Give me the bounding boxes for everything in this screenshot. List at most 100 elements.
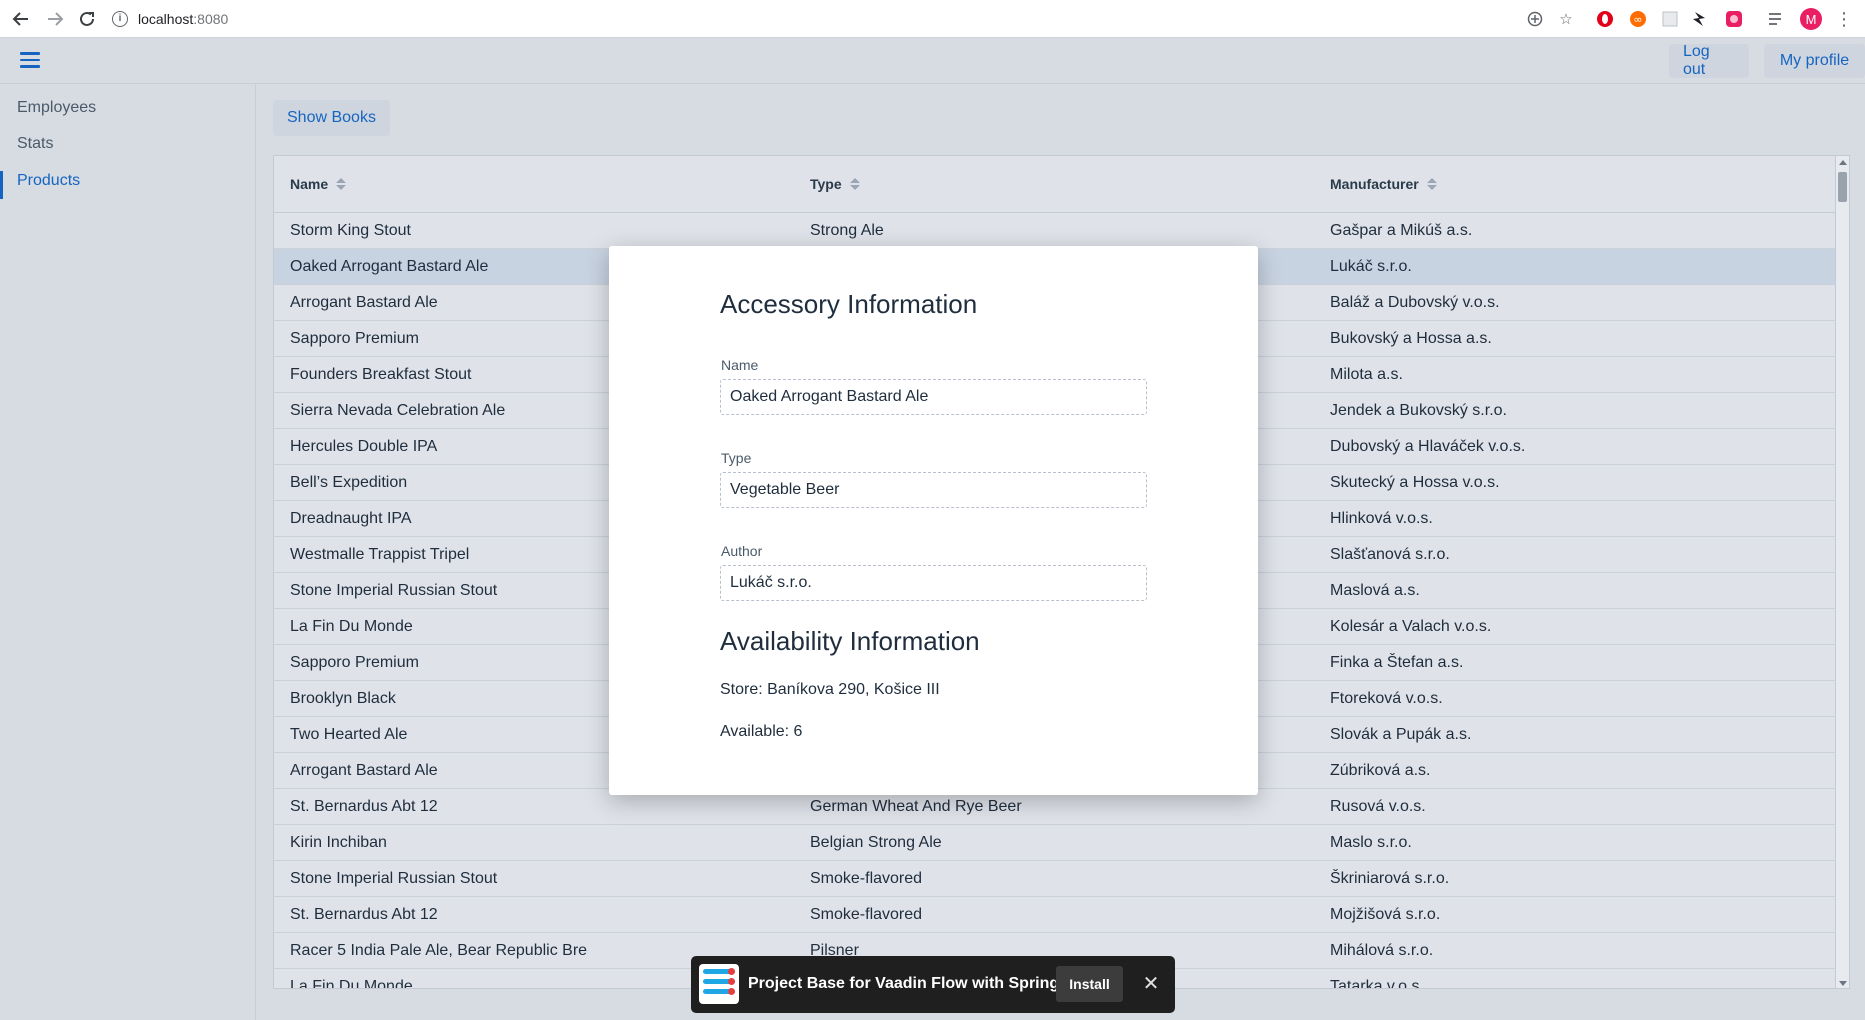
cell-name: Kirin Inchiban [290, 834, 387, 851]
bolt-extension-icon[interactable] [1690, 9, 1710, 29]
cell-name: Stone Imperial Russian Stout [290, 582, 498, 599]
cell-manufacturer: Tatarka v.o.s. [1330, 978, 1424, 989]
sort-icon[interactable] [1426, 178, 1437, 190]
accessory-dialog: Accessory Information Name Oaked Arrogan… [609, 246, 1258, 795]
table-row[interactable]: Kirin Inchiban Belgian Strong Ale Maslo s.… [274, 825, 1836, 861]
cell-name: Sapporo Premium [290, 654, 419, 671]
banner-title: Project Base for Vaadin Flow with Spring [748, 975, 1060, 992]
url-port: :8080 [193, 11, 229, 27]
show-books-button[interactable]: Show Books [273, 100, 390, 136]
install-app-banner: Project Base for Vaadin Flow with Spring… [691, 956, 1175, 1013]
sort-icon[interactable] [336, 178, 347, 190]
install-app-icon[interactable] [1525, 9, 1545, 29]
sort-icon[interactable] [849, 178, 860, 190]
cell-manufacturer: Maslo s.r.o. [1330, 834, 1412, 851]
type-field[interactable]: Vegetable Beer [720, 472, 1147, 508]
cell-name: Sapporo Premium [290, 330, 419, 347]
sidebar-item-employees[interactable]: Employees [17, 99, 96, 117]
address-bar[interactable]: i localhost:8080 [112, 6, 228, 32]
opera-extension-icon[interactable] [1595, 9, 1615, 29]
site-info-icon[interactable]: i [112, 11, 128, 27]
hamburger-menu-icon[interactable] [20, 52, 40, 68]
cell-name: La Fin Du Monde [290, 618, 413, 635]
grid-extension-icon[interactable] [1660, 9, 1680, 29]
name-field[interactable]: Oaked Arrogant Bastard Ale [720, 379, 1147, 415]
cell-manufacturer: Dubovský a Hlaváček v.o.s. [1330, 438, 1526, 455]
cell-name: Oaked Arrogant Bastard Ale [290, 258, 489, 275]
cell-name: Dreadnaught IPA [290, 510, 412, 527]
sidebar: Employees Stats Products [0, 84, 256, 1020]
cell-name: Storm King Stout [290, 222, 411, 239]
my-profile-button[interactable]: My profile [1764, 44, 1865, 78]
pomodoro-extension-icon[interactable] [1724, 9, 1744, 29]
table-row[interactable]: Stone Imperial Russian Stout Smoke-flavor… [274, 861, 1836, 897]
cell-manufacturer: Mojžišová s.r.o. [1330, 906, 1441, 923]
accessory-heading: Accessory Information [720, 289, 978, 319]
cell-manufacturer: Slašťanová s.r.o. [1330, 546, 1450, 563]
reading-list-icon[interactable] [1767, 9, 1787, 29]
close-icon[interactable]: ✕ [1138, 969, 1164, 997]
browser-toolbar: i localhost:8080 ☆ ∞ M ⋮ [0, 0, 1865, 38]
name-label: Name [721, 357, 759, 373]
scroll-up-arrow-icon[interactable] [1839, 160, 1847, 165]
logout-button[interactable]: Log out [1669, 43, 1749, 78]
cell-manufacturer: Hlinková v.o.s. [1330, 510, 1433, 527]
cell-manufacturer: Zúbriková a.s. [1330, 762, 1431, 779]
back-arrow-icon[interactable] [8, 6, 34, 32]
store-text: Store: Baníkova 290, Košice III [720, 681, 940, 698]
cell-manufacturer: Gašpar a Mikúš a.s. [1330, 222, 1473, 239]
app-header: Log out My profile [0, 38, 1865, 84]
cell-manufacturer: Baláž a Dubovský v.o.s. [1330, 294, 1500, 311]
author-field[interactable]: Lukáč s.r.o. [720, 565, 1147, 601]
cell-name: Racer 5 India Pale Ale, Bear Republic Br… [290, 942, 588, 959]
bookmark-star-icon[interactable]: ☆ [1556, 9, 1576, 29]
svg-text:∞: ∞ [1633, 13, 1642, 26]
cell-manufacturer: Milota a.s. [1330, 366, 1403, 383]
table-row[interactable]: St. Bernardus Abt 12 Smoke-flavored Mojžiš… [274, 897, 1836, 933]
cell-name: Arrogant Bastard Ale [290, 294, 438, 311]
cell-manufacturer: Skutecký a Hossa v.o.s. [1330, 474, 1500, 491]
column-header-type[interactable]: Type [810, 176, 860, 192]
sidebar-item-products[interactable]: Products [17, 172, 80, 190]
cell-manufacturer: Maslová a.s. [1330, 582, 1420, 599]
cell-manufacturer: Kolesár a Valach v.o.s. [1330, 618, 1492, 635]
reload-icon[interactable] [74, 6, 100, 32]
column-header-name[interactable]: Name [290, 176, 347, 192]
cell-name: Hercules Double IPA [290, 438, 438, 455]
grid-header: Name Type Manufacturer [274, 156, 1836, 213]
vertical-scrollbar[interactable] [1835, 156, 1849, 988]
column-header-label: Name [290, 176, 329, 192]
author-label: Author [721, 543, 763, 559]
cell-name: Arrogant Bastard Ale [290, 762, 438, 779]
table-row[interactable]: Storm King Stout Strong Ale Gašpar a Mikúš… [274, 213, 1836, 249]
cell-name: Stone Imperial Russian Stout [290, 870, 498, 887]
forward-arrow-icon[interactable] [42, 6, 68, 32]
cell-manufacturer: Bukovský a Hossa a.s. [1330, 330, 1492, 347]
install-button[interactable]: Install [1056, 966, 1123, 1002]
scroll-down-arrow-icon[interactable] [1839, 981, 1847, 986]
available-text: Available: 6 [720, 723, 803, 740]
cell-name: Bell’s Expedition [290, 474, 408, 491]
cell-type: Smoke-flavored [810, 906, 923, 923]
column-header-label: Type [810, 176, 842, 192]
cell-manufacturer: Lukáč s.r.o. [1330, 258, 1412, 275]
url-host: localhost [138, 11, 194, 27]
sidebar-item-stats[interactable]: Stats [17, 135, 53, 153]
browser-menu-icon[interactable]: ⋮ [1834, 9, 1854, 29]
active-indicator [0, 171, 3, 199]
cell-manufacturer: Ftoreková v.o.s. [1330, 690, 1443, 707]
cell-name: Brooklyn Black [290, 690, 396, 707]
cell-manufacturer: Slovák a Pupák a.s. [1330, 726, 1472, 743]
column-header-manufacturer[interactable]: Manufacturer [1330, 176, 1437, 192]
cell-name: La Fin Du Monde [290, 978, 413, 989]
cell-name: St. Bernardus Abt 12 [290, 906, 438, 923]
cell-name: Sierra Nevada Celebration Ale [290, 402, 506, 419]
type-label: Type [721, 450, 752, 466]
app-icon [699, 964, 739, 1004]
cell-type: Strong Ale [810, 222, 884, 239]
profile-avatar[interactable]: M [1800, 8, 1822, 30]
cell-manufacturer: Rusová v.o.s. [1330, 798, 1426, 815]
infinity-extension-icon[interactable]: ∞ [1628, 9, 1648, 29]
scrollbar-thumb[interactable] [1838, 172, 1847, 202]
cell-name: Westmalle Trappist Tripel [290, 546, 470, 563]
